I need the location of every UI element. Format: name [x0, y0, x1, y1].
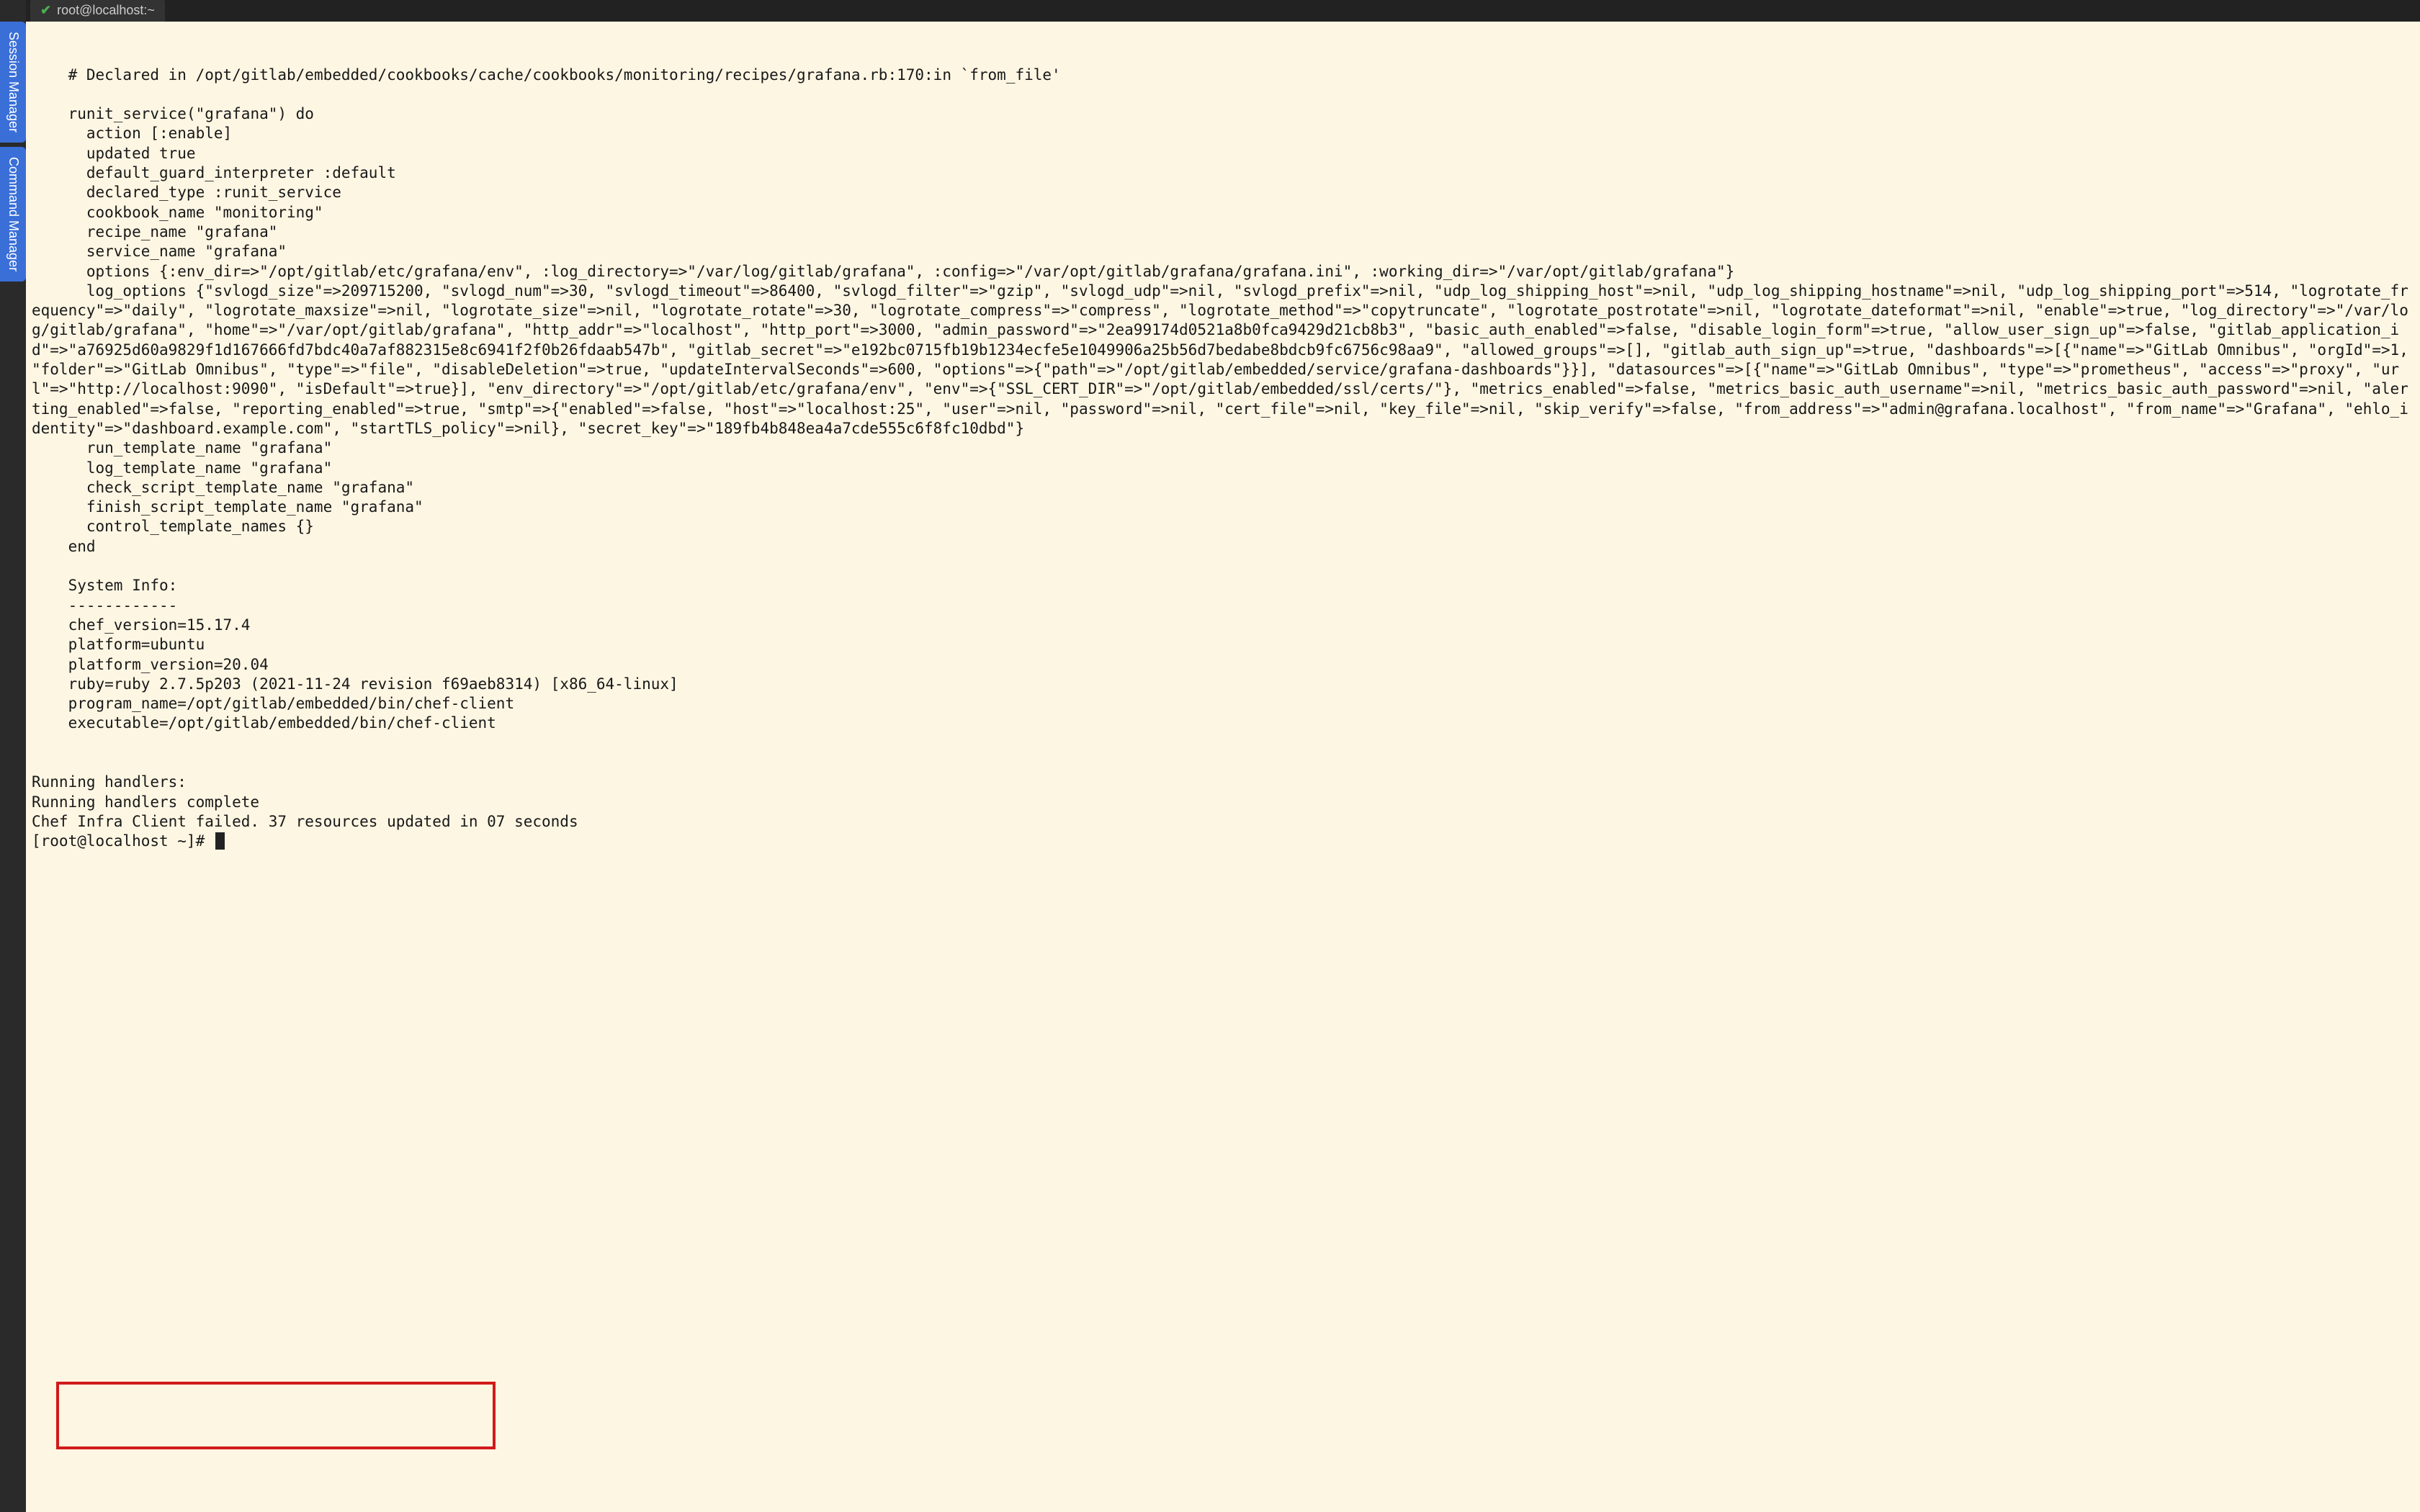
- terminal-output: # Declared in /opt/gitlab/embedded/cookb…: [32, 66, 2414, 852]
- prompt: [root@localhost ~]#: [32, 832, 214, 850]
- tab-bar: ✔ root@localhost:~: [26, 0, 2420, 22]
- session-manager-tab[interactable]: Session Manager: [0, 22, 26, 143]
- terminal-viewport[interactable]: # Declared in /opt/gitlab/embedded/cookb…: [26, 22, 2420, 1512]
- cursor: [215, 832, 225, 850]
- check-icon: ✔: [40, 2, 51, 19]
- terminal-tab[interactable]: ✔ root@localhost:~: [30, 0, 165, 22]
- main-area: ✔ root@localhost:~ # Declared in /opt/gi…: [26, 0, 2420, 1512]
- app-frame: Session Manager Command Manager ✔ root@l…: [0, 0, 2420, 1512]
- command-manager-tab[interactable]: Command Manager: [0, 147, 26, 282]
- annotation-highlight: [56, 1382, 496, 1449]
- tab-label: root@localhost:~: [57, 2, 155, 19]
- side-tab-rail: Session Manager Command Manager: [0, 0, 26, 1512]
